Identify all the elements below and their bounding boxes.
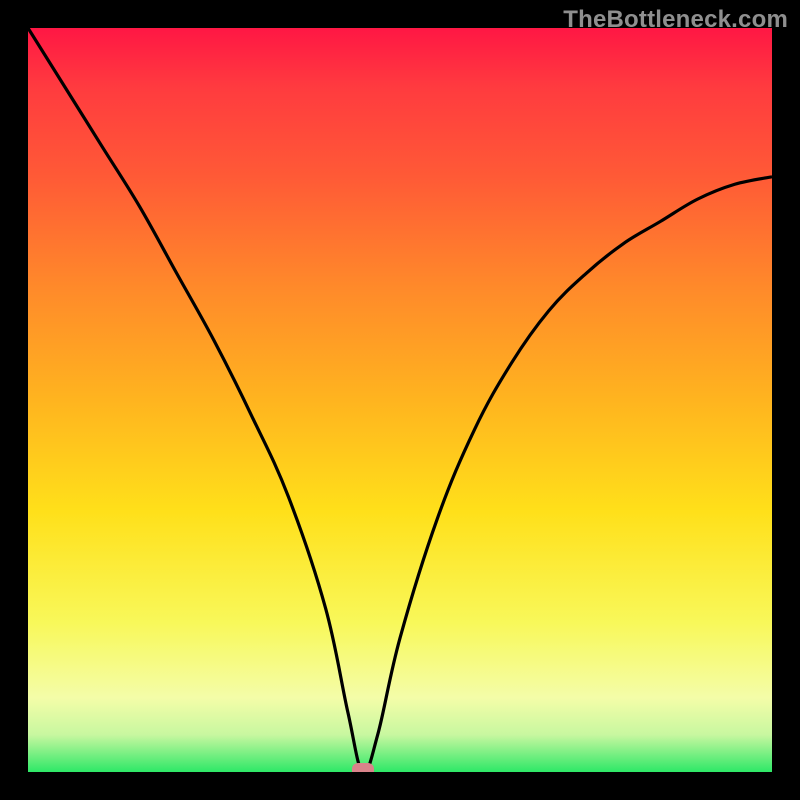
watermark-text: TheBottleneck.com [563, 6, 788, 34]
plot-area [28, 28, 772, 772]
chart-frame: TheBottleneck.com [0, 0, 800, 800]
optimal-marker [352, 763, 374, 772]
bottleneck-curve [28, 28, 772, 772]
